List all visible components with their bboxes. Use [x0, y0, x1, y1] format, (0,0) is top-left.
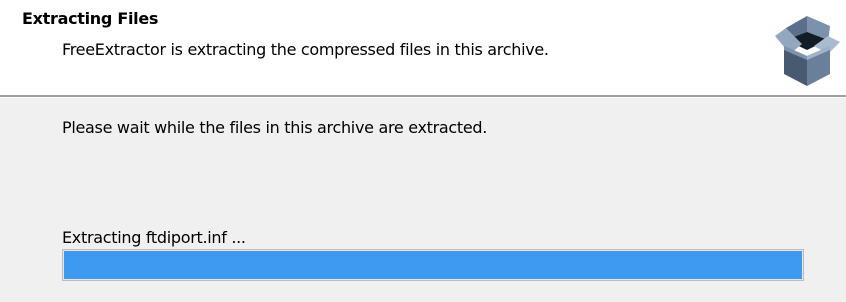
extraction-status: Extracting ftdiport.inf ... — [62, 228, 246, 247]
wizard-body: Please wait while the files in this arch… — [0, 98, 846, 302]
wait-message: Please wait while the files in this arch… — [62, 118, 488, 137]
progress-bar — [62, 249, 804, 281]
extractor-window: Extracting Files FreeExtractor is extrac… — [0, 0, 846, 302]
page-subtitle: FreeExtractor is extracting the compress… — [62, 40, 549, 59]
page-title: Extracting Files — [22, 9, 159, 28]
open-box-icon — [775, 16, 840, 86]
wizard-header: Extracting Files FreeExtractor is extrac… — [0, 0, 846, 95]
progress-fill — [64, 251, 802, 279]
